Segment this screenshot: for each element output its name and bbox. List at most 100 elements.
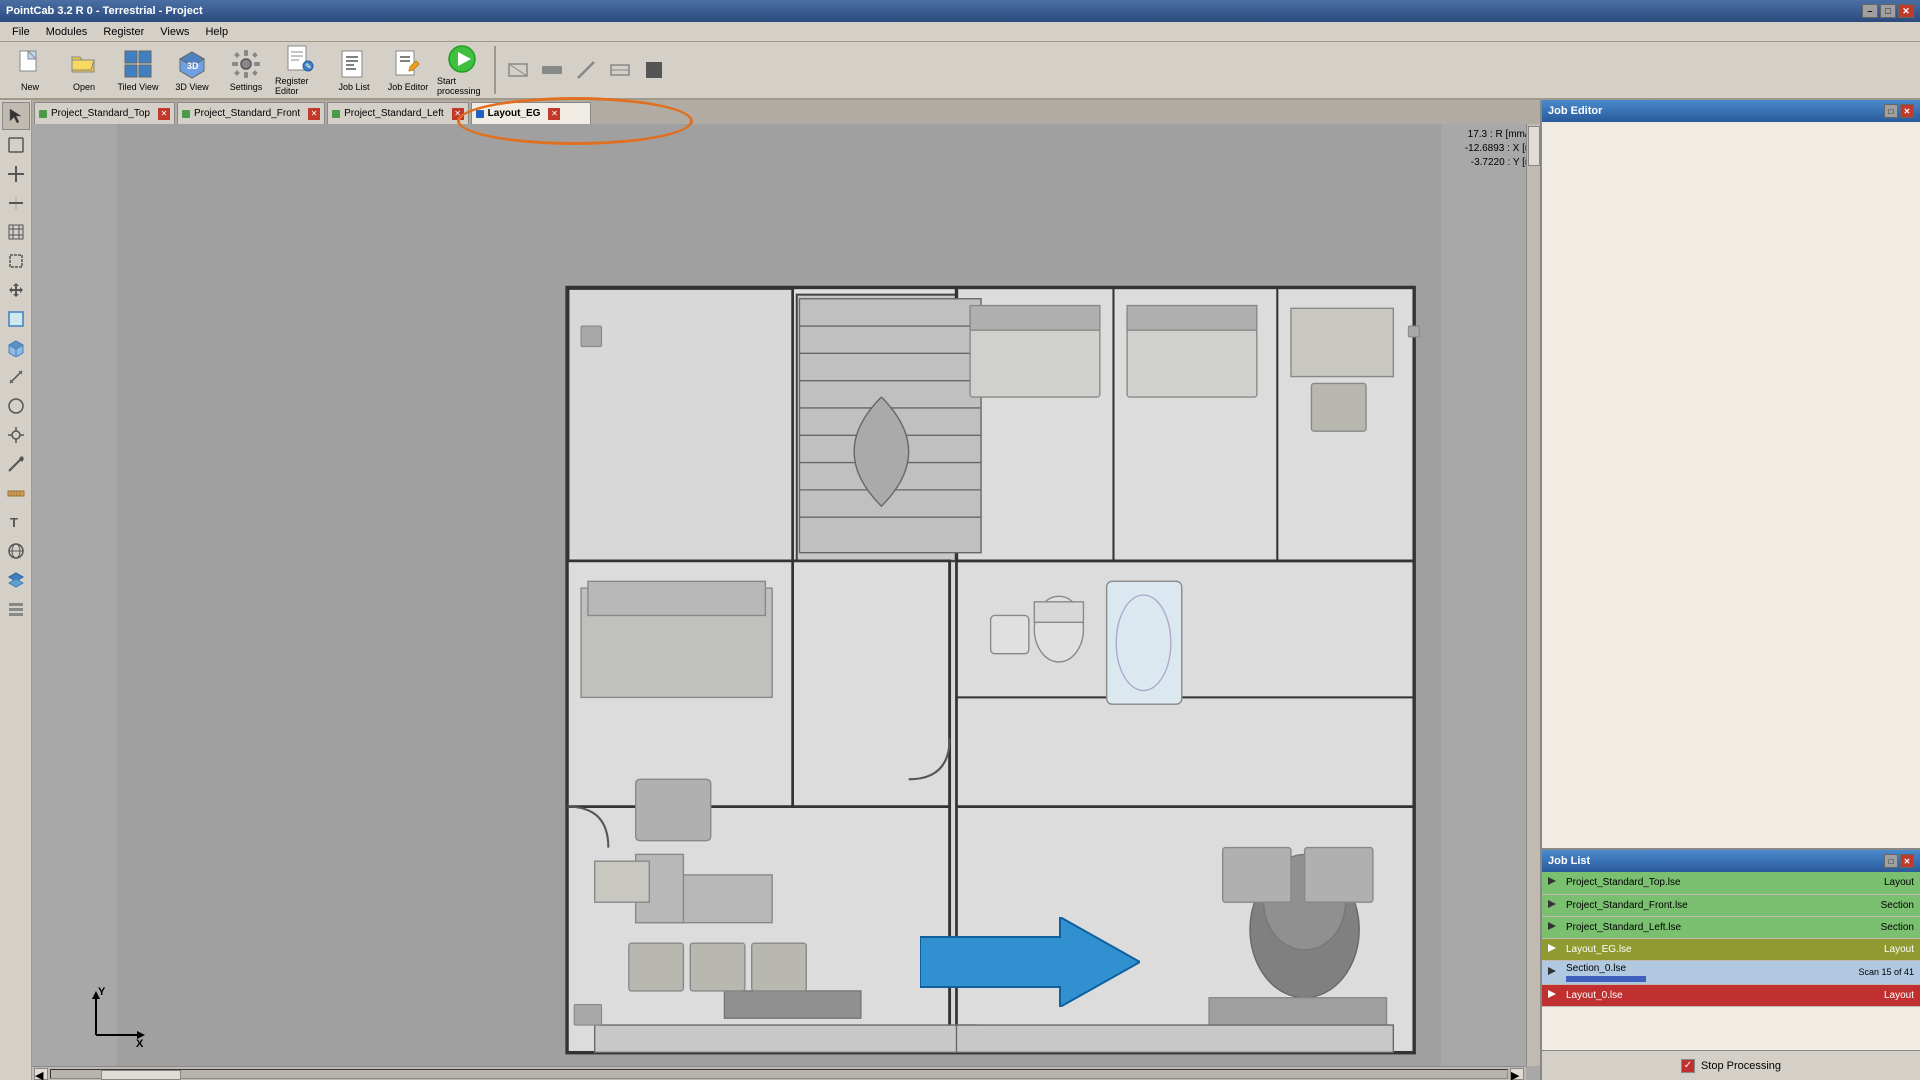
- job-editor-icon: [392, 48, 424, 80]
- job-editor-label: Job Editor: [388, 82, 429, 92]
- tab-project-standard-front[interactable]: Project_Standard_Front ✕: [177, 102, 325, 124]
- tab-close-front[interactable]: ✕: [308, 108, 320, 120]
- title-text: PointCab 3.2 R 0 - Terrestrial - Project: [6, 5, 203, 17]
- toolbar: New Open Tiled View 3D: [0, 42, 1920, 100]
- job-list-icon: [338, 48, 370, 80]
- open-label: Open: [73, 82, 95, 92]
- new-button[interactable]: New: [4, 44, 56, 96]
- tab-dot-layout: [476, 110, 484, 118]
- measure-tool[interactable]: [2, 363, 30, 391]
- box-select-tool[interactable]: [2, 305, 30, 333]
- tab-layout-eg[interactable]: Layout_EG ✕: [471, 102, 591, 124]
- job-name-cell: Layout_0.lse: [1562, 984, 1800, 1006]
- zoom-in-tool[interactable]: [2, 160, 30, 188]
- job-play-cell: [1542, 938, 1562, 960]
- extra-tool-3[interactable]: [570, 54, 602, 86]
- register-editor-icon: ✎: [284, 44, 316, 74]
- extra-tool-5[interactable]: [638, 54, 670, 86]
- grid-tool[interactable]: [2, 218, 30, 246]
- list-tool[interactable]: [2, 595, 30, 623]
- 3d-cube-tool[interactable]: [2, 334, 30, 362]
- svg-text:✎: ✎: [305, 62, 312, 71]
- table-row[interactable]: Project_Standard_Top.lse Layout: [1542, 872, 1920, 894]
- diagonal-tool[interactable]: [2, 450, 30, 478]
- extra-tool-2[interactable]: [536, 54, 568, 86]
- horizontal-scrollbar[interactable]: ◀ ▶: [32, 1066, 1526, 1080]
- job-list-close[interactable]: ✕: [1900, 854, 1914, 868]
- layers-tool[interactable]: [2, 566, 30, 594]
- close-button[interactable]: ✕: [1898, 4, 1914, 18]
- job-editor-button[interactable]: Job Editor: [382, 44, 434, 96]
- job-name-cell: Project_Standard_Front.lse: [1562, 894, 1800, 916]
- tab-close-top[interactable]: ✕: [158, 108, 170, 120]
- cursor-tool[interactable]: [2, 102, 30, 130]
- tab-label-front: Project_Standard_Front: [194, 108, 300, 119]
- job-editor-panel: Job Editor □ ✕: [1542, 100, 1920, 850]
- extra-tool-4[interactable]: [604, 54, 636, 86]
- menu-bar: File Modules Register Views Help: [0, 22, 1920, 42]
- extra-tool-1[interactable]: [502, 54, 534, 86]
- job-list-button[interactable]: Job List: [328, 44, 380, 96]
- h-scroll-right[interactable]: ▶: [1510, 1068, 1524, 1080]
- minimize-button[interactable]: –: [1862, 4, 1878, 18]
- globe-tool[interactable]: [2, 537, 30, 565]
- job-editor-close[interactable]: ✕: [1900, 104, 1914, 118]
- tab-project-standard-left[interactable]: Project_Standard_Left ✕: [327, 102, 469, 124]
- vertical-scrollbar[interactable]: [1526, 124, 1540, 1066]
- tab-label-layout: Layout_EG: [488, 108, 541, 119]
- zoom-tool[interactable]: [2, 131, 30, 159]
- 3d-view-button[interactable]: 3D 3D View: [166, 44, 218, 96]
- tab-dot-top: [39, 110, 47, 118]
- tab-project-standard-top[interactable]: Project_Standard_Top ✕: [34, 102, 175, 124]
- job-list-title: Job List: [1548, 855, 1590, 867]
- job-play-cell: [1542, 916, 1562, 938]
- settings-side-tool[interactable]: [2, 421, 30, 449]
- job-type-cell: Layout: [1800, 984, 1920, 1006]
- job-list-table: Project_Standard_Top.lse Layout Project_…: [1542, 872, 1920, 1007]
- menu-help[interactable]: Help: [197, 24, 236, 40]
- job-type-cell: Scan 15 of 41: [1800, 960, 1920, 984]
- tiled-view-button[interactable]: Tiled View: [112, 44, 164, 96]
- h-scroll-left[interactable]: ◀: [34, 1068, 48, 1080]
- job-type-cell: Section: [1800, 894, 1920, 916]
- job-editor-controls: □ ✕: [1884, 104, 1914, 118]
- open-button[interactable]: Open: [58, 44, 110, 96]
- zoom-out-tool[interactable]: [2, 189, 30, 217]
- main-layout: T: [0, 100, 1920, 1080]
- register-editor-button[interactable]: ✎ Register Editor: [274, 44, 326, 96]
- tab-close-layout[interactable]: ✕: [548, 108, 560, 120]
- job-name-cell: Section_0.lse: [1562, 960, 1800, 984]
- window-controls: – □ ✕: [1862, 4, 1914, 18]
- menu-register[interactable]: Register: [95, 24, 152, 40]
- stop-checkbox[interactable]: ✓: [1681, 1059, 1695, 1073]
- text-tool[interactable]: T: [2, 508, 30, 536]
- menu-modules[interactable]: Modules: [38, 24, 96, 40]
- settings-button[interactable]: Settings: [220, 44, 272, 96]
- crop-tool[interactable]: [2, 247, 30, 275]
- tab-close-left[interactable]: ✕: [452, 108, 464, 120]
- menu-views[interactable]: Views: [152, 24, 197, 40]
- table-row[interactable]: Layout_0.lse Layout: [1542, 984, 1920, 1006]
- table-row[interactable]: Project_Standard_Front.lse Section: [1542, 894, 1920, 916]
- svg-text:T: T: [10, 515, 18, 530]
- pan-tool[interactable]: [2, 276, 30, 304]
- start-processing-label: Start processing: [437, 76, 487, 96]
- job-list-panel: Job List □ ✕ Project_Standard_Top.lse: [1542, 850, 1920, 1080]
- menu-file[interactable]: File: [4, 24, 38, 40]
- job-editor-body: [1542, 122, 1920, 848]
- job-list-label: Job List: [338, 82, 369, 92]
- table-row[interactable]: Project_Standard_Left.lse Section: [1542, 916, 1920, 938]
- h-scroll-thumb[interactable]: [101, 1070, 181, 1080]
- circle-tool[interactable]: [2, 392, 30, 420]
- start-processing-button[interactable]: Start processing: [436, 44, 488, 96]
- table-row[interactable]: Layout_EG.lse Layout: [1542, 938, 1920, 960]
- job-name-cell: Project_Standard_Left.lse: [1562, 916, 1800, 938]
- tab-label-top: Project_Standard_Top: [51, 108, 150, 119]
- job-editor-maximize[interactable]: □: [1884, 104, 1898, 118]
- table-row[interactable]: Section_0.lse Scan 15 of 41: [1542, 960, 1920, 984]
- v-scroll-thumb[interactable]: [1528, 126, 1540, 166]
- maximize-button[interactable]: □: [1880, 4, 1896, 18]
- job-list-maximize[interactable]: □: [1884, 854, 1898, 868]
- stop-label: Stop Processing: [1701, 1060, 1781, 1072]
- ruler-tool[interactable]: [2, 479, 30, 507]
